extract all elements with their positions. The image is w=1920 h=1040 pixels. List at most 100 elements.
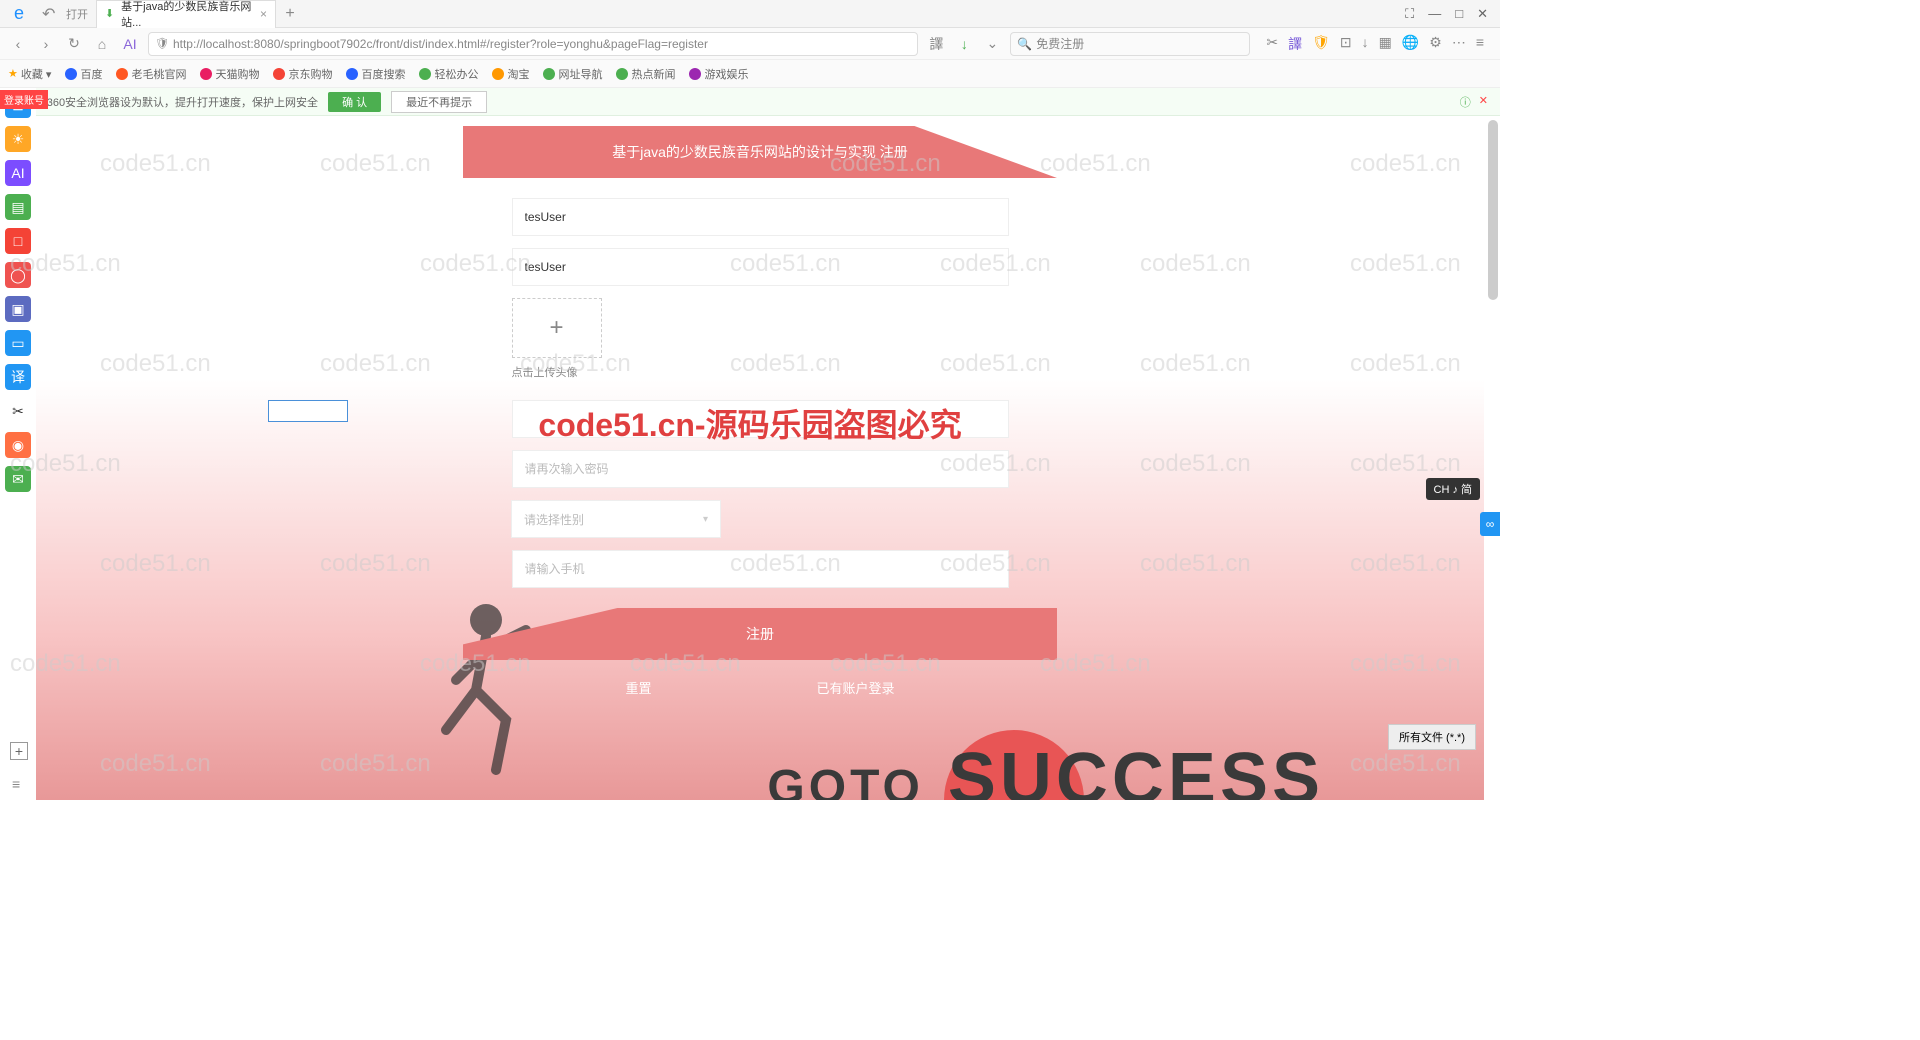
translate2-icon[interactable]: 譯 [1288, 34, 1302, 54]
window-close-button[interactable]: ✕ [1477, 6, 1488, 22]
password-confirm-input[interactable] [512, 450, 1009, 488]
globe-icon[interactable]: 🌐 [1402, 34, 1419, 54]
bookmark-games[interactable]: 游戏娱乐 [689, 66, 748, 82]
baidu-icon [65, 68, 77, 80]
avatar-upload-button[interactable]: + [512, 298, 602, 358]
scrollbar[interactable] [1488, 120, 1498, 300]
download-icon[interactable]: ↓ [954, 34, 974, 54]
phone-input[interactable] [512, 550, 1009, 588]
notice-text: 将360安全浏览器设为默认，提升打开速度，保护上网安全 [36, 94, 318, 110]
maximize-button[interactable]: □ [1455, 6, 1463, 22]
bookmark-office[interactable]: 轻松办公 [419, 66, 478, 82]
notice-info-icon[interactable]: ⓘ [1460, 94, 1471, 110]
screenshot-icon[interactable]: ⛶ [1405, 6, 1414, 22]
tab-title: 基于java的少数民族音乐网站... [121, 0, 252, 30]
url-text: http://localhost:8080/springboot7902c/fr… [173, 37, 708, 51]
tb-icon [492, 68, 504, 80]
login-link[interactable]: 已有账户登录 [816, 678, 894, 697]
login-badge[interactable]: 登录账号 [0, 90, 48, 109]
lock-icon: 🛡 [155, 37, 169, 50]
notice-close-icon[interactable]: ✕ [1479, 94, 1488, 110]
pip-icon[interactable]: ⊡ [1340, 34, 1352, 54]
bookmark-laomaotao[interactable]: 老毛桃官网 [116, 66, 186, 82]
plus-icon: + [549, 314, 563, 342]
browser-tab[interactable]: ⬇ 基于java的少数民族音乐网站... × [96, 0, 276, 28]
side-weibo-icon[interactable]: ◉ [5, 432, 31, 458]
add-button[interactable]: + [10, 742, 28, 760]
side-translate-icon[interactable]: 译 [5, 364, 31, 390]
office-icon [419, 68, 431, 80]
tmall-icon [200, 68, 212, 80]
more-icon[interactable]: ⋯ [1452, 34, 1466, 54]
nav-forward-button[interactable]: › [36, 34, 56, 54]
bottom-menu-icon[interactable]: ≡ [12, 776, 20, 792]
aux-input[interactable] [268, 400, 348, 422]
back-arrow-icon[interactable]: ↶ [42, 4, 62, 24]
translate-icon[interactable]: 譯 [926, 34, 946, 54]
notice-confirm-button[interactable]: 确 认 [328, 92, 381, 112]
register-button[interactable]: 注册 [463, 608, 1057, 660]
side-app4-icon[interactable]: □ [5, 228, 31, 254]
dropdown-icon[interactable]: ⌄ [982, 34, 1002, 54]
bookmark-tmall[interactable]: 天猫购物 [200, 66, 259, 82]
bookmark-baidu[interactable]: 百度 [65, 66, 102, 82]
bookmark-taobao[interactable]: 淘宝 [492, 66, 529, 82]
shield-icon[interactable]: 🛡 [1312, 34, 1330, 54]
files-filter[interactable]: 所有文件 (*.*) [1388, 724, 1476, 750]
gender-placeholder: 请选择性别 [524, 511, 584, 528]
search-input[interactable]: 🔍 免费注册 [1010, 32, 1250, 56]
news-icon [616, 68, 628, 80]
form-title: 基于java的少数民族音乐网站的设计与实现 注册 [612, 142, 908, 162]
side-mail-icon[interactable]: ✉ [5, 466, 31, 492]
minimize-button[interactable]: — [1428, 6, 1441, 22]
grid-icon[interactable]: ▦ [1379, 34, 1392, 54]
register-form: 基于java的少数民族音乐网站的设计与实现 注册 + 点击上传头像 请选择性别 … [463, 126, 1057, 715]
tab-close-icon[interactable]: × [260, 7, 267, 21]
upload-label: 点击上传头像 [512, 364, 1009, 380]
nav-reload-button[interactable]: ↻ [64, 34, 84, 54]
search-icon: 🔍 [1017, 37, 1032, 51]
side-ai-icon[interactable]: AI [5, 160, 31, 186]
bookmark-news[interactable]: 热点新闻 [616, 66, 675, 82]
bookmark-baidu-search[interactable]: 百度搜索 [346, 66, 405, 82]
ai-icon[interactable]: AI [120, 34, 140, 54]
lmt-icon [116, 68, 128, 80]
extension-sidebar: ⊞ ☀ AI ▤ □ ◯ ▣ ▭ 译 ✂ ◉ ✉ [0, 88, 36, 492]
default-browser-notice: 🔒 将360安全浏览器设为默认，提升打开速度，保护上网安全 确 认 最近不再提示… [0, 88, 1500, 116]
side-cut-icon[interactable]: ✂ [5, 398, 31, 424]
gear-icon[interactable]: ⚙ [1429, 34, 1442, 54]
nav-home-button[interactable]: ⌂ [92, 34, 112, 54]
nav-icon [543, 68, 555, 80]
nav-back-button[interactable]: ‹ [8, 34, 28, 54]
bookmarks-bar: ★收藏 ▾ 百度 老毛桃官网 天猫购物 京东购物 百度搜索 轻松办公 淘宝 网址… [0, 60, 1500, 88]
reset-link[interactable]: 重置 [625, 678, 651, 697]
side-app2-icon[interactable]: ☀ [5, 126, 31, 152]
browser-logo-icon: e [0, 0, 38, 28]
username-input[interactable] [512, 198, 1009, 236]
extension-badge[interactable]: ∞ [1480, 512, 1500, 536]
side-app6-icon[interactable]: ▣ [5, 296, 31, 322]
url-input[interactable]: 🛡 http://localhost:8080/springboot7902c/… [148, 32, 918, 56]
side-app5-icon[interactable]: ◯ [5, 262, 31, 288]
chevron-down-icon: ▾ [703, 514, 708, 525]
jd-icon [273, 68, 285, 80]
side-app3-icon[interactable]: ▤ [5, 194, 31, 220]
fav-label[interactable]: 收藏 ▾ [21, 66, 52, 82]
star-icon: ★ [8, 67, 18, 80]
side-doc-icon[interactable]: ▭ [5, 330, 31, 356]
bookmark-jd[interactable]: 京东购物 [273, 66, 332, 82]
tab-favicon-icon: ⬇ [105, 7, 117, 21]
new-tab-button[interactable]: + [276, 5, 304, 23]
cut-icon[interactable]: ✂ [1266, 34, 1278, 54]
ime-indicator[interactable]: CH ♪ 简 [1426, 478, 1481, 500]
browser-tab-bar: e ↶ 打开 ⬇ 基于java的少数民族音乐网站... × + ⛶ — □ ✕ [0, 0, 1500, 28]
download2-icon[interactable]: ↓ [1362, 34, 1369, 54]
gender-select[interactable]: 请选择性别 ▾ [511, 500, 721, 538]
bookmark-nav[interactable]: 网址导航 [543, 66, 602, 82]
menu-icon[interactable]: ≡ [1476, 34, 1484, 54]
name-input[interactable] [512, 248, 1009, 286]
open-label: 打开 [66, 6, 88, 22]
bds-icon [346, 68, 358, 80]
notice-dismiss-button[interactable]: 最近不再提示 [391, 91, 487, 113]
password-input[interactable] [512, 400, 1009, 438]
